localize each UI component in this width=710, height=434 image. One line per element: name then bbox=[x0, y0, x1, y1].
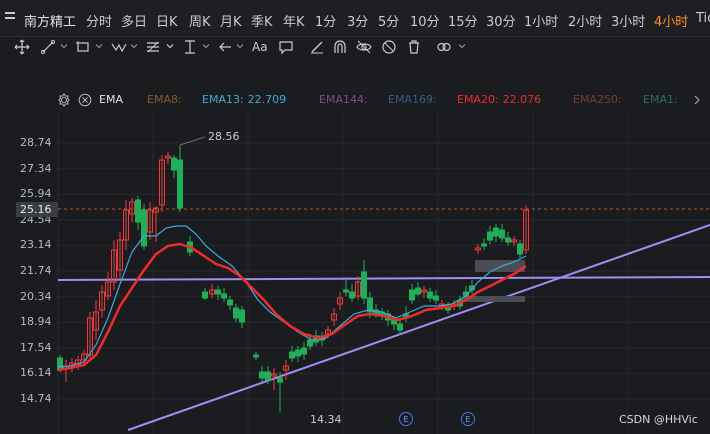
y-axis-tick: 21.74 bbox=[20, 264, 52, 277]
candle-body bbox=[295, 349, 301, 357]
candle-body bbox=[171, 157, 177, 171]
high-marker-line bbox=[179, 136, 206, 146]
candle-body bbox=[215, 289, 221, 295]
candle-body bbox=[499, 229, 505, 239]
y-axis-tick: 27.34 bbox=[20, 161, 52, 175]
candle-body bbox=[301, 347, 307, 355]
candle-body bbox=[141, 209, 147, 247]
y-axis-tick: 25.94 bbox=[20, 187, 52, 201]
event-badge[interactable]: E bbox=[399, 412, 413, 426]
candle-body bbox=[227, 299, 233, 306]
y-axis-tick: 23.14 bbox=[20, 238, 52, 252]
candle-body bbox=[481, 243, 487, 247]
y-axis-tick: 17.54 bbox=[20, 340, 52, 354]
low-price-label: 14.34 bbox=[310, 413, 342, 426]
candle-body bbox=[135, 199, 141, 223]
candle-body bbox=[349, 291, 355, 299]
current-price-label: 25.16 bbox=[16, 202, 58, 217]
event-badge[interactable]: E bbox=[461, 412, 475, 426]
candle-body bbox=[259, 371, 265, 379]
high-price-label: 28.56 bbox=[208, 130, 240, 143]
candle-body bbox=[233, 307, 239, 319]
candle-body bbox=[487, 231, 493, 241]
y-axis-tick: 18.94 bbox=[20, 315, 52, 329]
candle-body bbox=[253, 354, 259, 358]
candle-body bbox=[433, 295, 439, 301]
candle-body bbox=[415, 287, 421, 295]
candle-body bbox=[517, 243, 523, 255]
candle-body bbox=[505, 237, 511, 243]
candle-body bbox=[202, 291, 208, 299]
horizontal-line bbox=[57, 276, 710, 281]
candle-body bbox=[397, 323, 403, 331]
candle-body bbox=[361, 271, 367, 299]
candle-body bbox=[343, 289, 349, 293]
y-axis-tick: 20.34 bbox=[20, 289, 52, 303]
watermark: CSDN @HHVic bbox=[619, 413, 698, 426]
y-axis-tick: 16.14 bbox=[20, 366, 52, 380]
y-axis-tick: 28.74 bbox=[20, 136, 52, 149]
candle-body bbox=[277, 377, 283, 383]
candle-body bbox=[427, 291, 433, 299]
candle-body bbox=[239, 309, 245, 323]
y-axis-tick: 14.74 bbox=[20, 392, 52, 405]
candle-body bbox=[265, 371, 271, 381]
candle-body bbox=[177, 159, 183, 209]
candlestick-chart[interactable] bbox=[0, 0, 710, 434]
candle-body bbox=[289, 351, 295, 359]
candle-body bbox=[409, 289, 415, 301]
candle-body bbox=[493, 227, 499, 237]
candle-body bbox=[307, 339, 313, 347]
candle-body bbox=[221, 293, 227, 299]
